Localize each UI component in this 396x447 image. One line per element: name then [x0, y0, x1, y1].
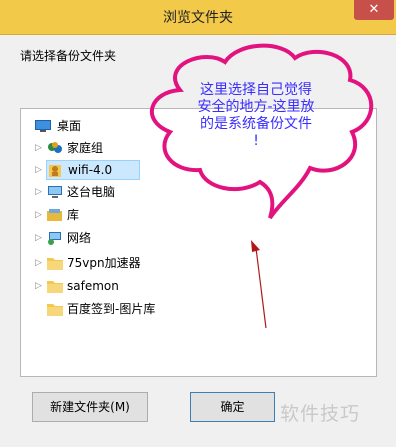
- annotation-text: 这里选择自己觉得 安全的地方-这里放 的是系统备份文件 !: [181, 82, 331, 150]
- watermark: 软件技巧: [280, 403, 361, 425]
- annotation-line: 安全的地方-这里放: [197, 99, 315, 115]
- annotation-line: !: [253, 133, 259, 149]
- annotation-line: 的是系统备份文件: [200, 116, 312, 132]
- annotation-line: 这里选择自己觉得: [200, 82, 312, 98]
- pointer-arrow-line: [255, 247, 267, 329]
- annotation-overlay: [149, 43, 374, 329]
- pointer-arrow-head: [251, 240, 260, 252]
